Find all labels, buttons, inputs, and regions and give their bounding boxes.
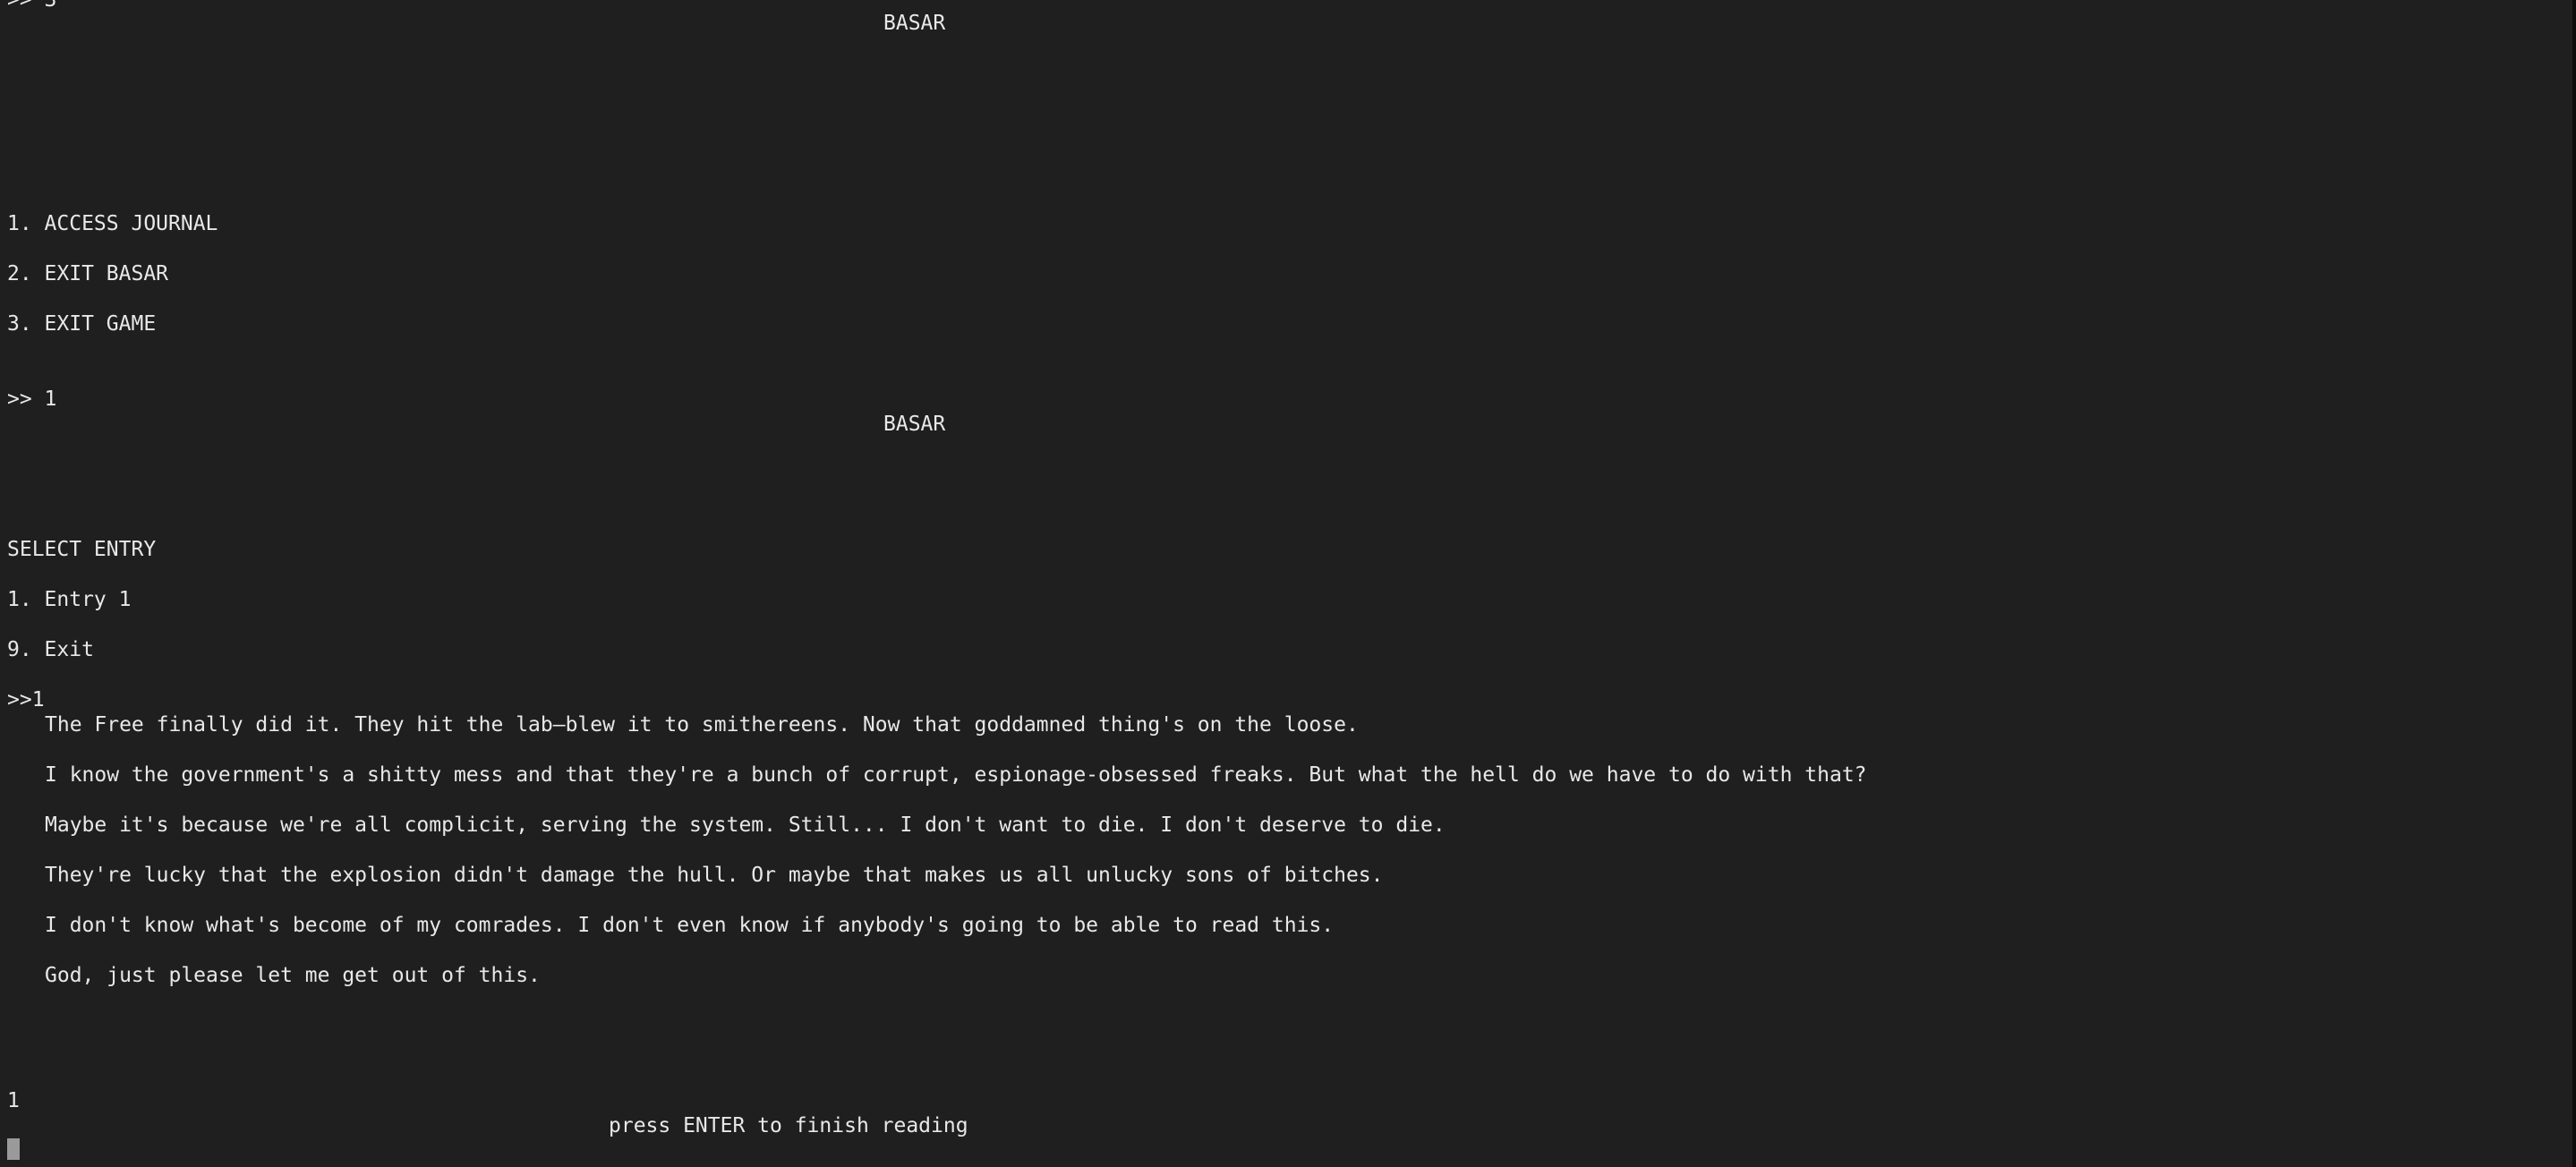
screen-title: BASAR	[883, 12, 946, 35]
menu-item-exit-basar: 2. EXIT BASAR	[7, 262, 169, 285]
entry-option-1: 1. Entry 1	[7, 588, 132, 611]
select-entry-heading: SELECT ENTRY	[7, 538, 157, 561]
terminal-window[interactable]: >> 3 BASAR 1. ACCESS JOURNAL 2. EXIT BAS…	[0, 0, 2576, 1167]
window-edge	[2572, 0, 2576, 1167]
journal-line: God, just please let me get out of this.	[45, 964, 541, 987]
text-cursor[interactable]	[7, 1138, 20, 1160]
press-enter-prompt: press ENTER to finish reading	[609, 1114, 968, 1137]
entry-option-exit: 9. Exit	[7, 638, 94, 661]
journal-line: Maybe it's because we're all complicit, …	[45, 813, 1446, 837]
journal-line: I know the government's a shitty mess an…	[45, 763, 1867, 787]
menu-input-echo: >> 1	[7, 388, 57, 411]
journal-line: The Free finally did it. They hit the la…	[45, 713, 1359, 737]
menu-item-exit-game: 3. EXIT GAME	[7, 312, 157, 336]
journal-line: I don't know what's become of my comrade…	[45, 914, 1335, 937]
previous-input-echo: >> 3	[7, 0, 57, 12]
journal-page-number: 1	[7, 1089, 20, 1112]
screen-title: BASAR	[883, 413, 946, 436]
journal-line: They're lucky that the explosion didn't …	[45, 864, 1384, 887]
entry-input-echo: >>1	[7, 688, 45, 711]
menu-item-access-journal: 1. ACCESS JOURNAL	[7, 212, 218, 235]
